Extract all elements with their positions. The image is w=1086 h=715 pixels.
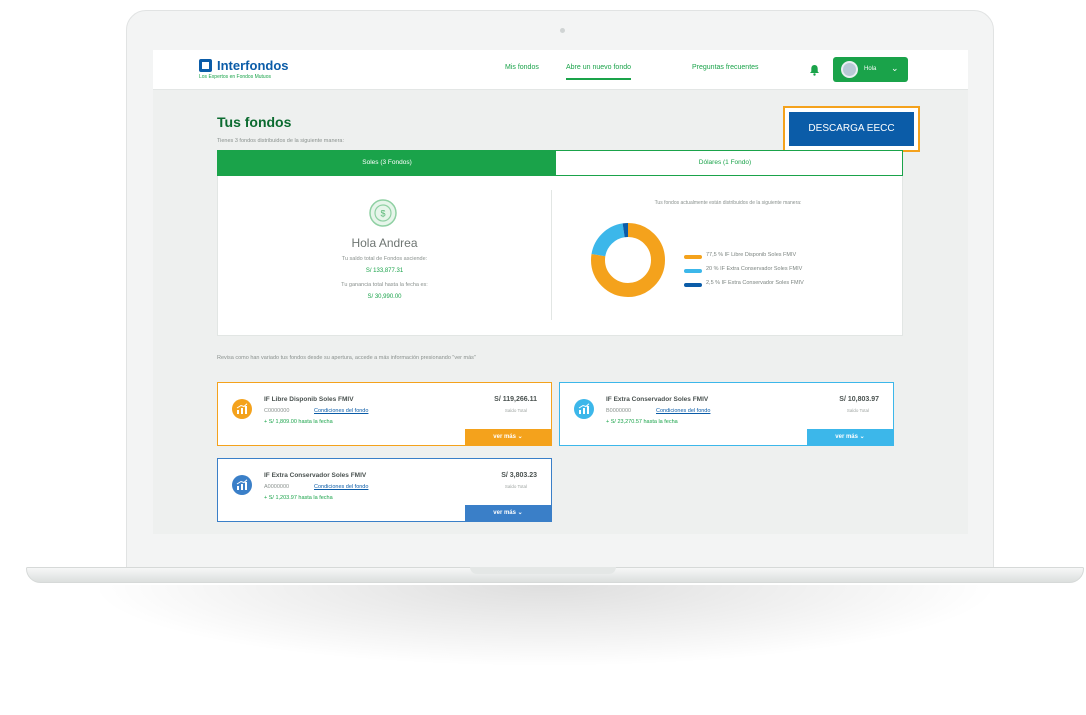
gain-text: Tu ganancia total hasta la fecha es:: [341, 282, 428, 288]
top-navbar: Interfondos Los Expertos en Fondos Mutuo…: [153, 50, 968, 90]
fund-code: C0000000: [264, 408, 290, 414]
fund-conditions-link[interactable]: Condiciones del fondo: [314, 408, 368, 414]
chevron-down-icon: ⌄: [859, 434, 865, 440]
fund-amount: S/ 10,803.97: [839, 396, 879, 403]
fund-conditions-link[interactable]: Condiciones del fondo: [656, 408, 710, 414]
legend-label: 2,5 % IF Extra Conservador Soles FMIV: [706, 280, 804, 286]
fund-code: B0000000: [606, 408, 632, 414]
chevron-down-icon: ⌄: [517, 434, 523, 440]
coins-icon: $: [369, 199, 397, 227]
bell-icon[interactable]: [809, 63, 820, 81]
page-subtitle: Tienes 3 fondos distribuidos de la sigui…: [217, 138, 344, 144]
funds-hint: Revisa como han variado tus fondos desde…: [217, 355, 476, 361]
laptop-shadow: [100, 585, 990, 665]
tab-dolares[interactable]: Dólares (1 Fondo): [556, 151, 894, 175]
panel-divider: [551, 190, 552, 320]
ver-mas-button[interactable]: ver más ⌄: [465, 429, 551, 445]
logo-mark-icon: [199, 59, 212, 72]
nav-link-mis-fondos[interactable]: Mis fondos: [505, 64, 539, 71]
fund-code: A0000000: [264, 484, 290, 490]
fund-amount-label: Saldo Total: [504, 408, 527, 413]
fund-card[interactable]: IF Libre Disponib Soles FMIV C0000000 Cond…: [217, 382, 552, 446]
distribution-donut-chart: [591, 223, 665, 297]
fund-amount-label: Saldo Total: [504, 484, 527, 489]
legend-label: 20 % IF Extra Conservador Soles FMIV: [706, 266, 803, 272]
app-screen: Interfondos Los Expertos en Fondos Mutuo…: [153, 50, 968, 534]
balance-text: Tu saldo total de Fondos asciende:: [341, 256, 428, 262]
legend-label: 77,5 % IF Libre Disponib Soles FMIV: [706, 252, 797, 258]
logo-name: Interfondos: [217, 58, 289, 73]
summary-panel: $ Hola Andrea Tu saldo total de Fondos a…: [217, 176, 903, 336]
ver-mas-label: ver más: [493, 510, 516, 516]
fund-conditions-link[interactable]: Condiciones del fondo: [314, 484, 368, 490]
camera-dot: [560, 28, 565, 33]
fund-gain: + S/ 1,203.97 hasta la fecha: [264, 495, 333, 501]
growth-chart-icon: [232, 399, 252, 419]
growth-chart-icon: [232, 475, 252, 495]
ver-mas-label: ver más: [493, 434, 516, 440]
growth-chart-icon: [574, 399, 594, 419]
fund-name: IF Libre Disponib Soles FMIV: [264, 396, 354, 403]
legend-swatch: [684, 255, 702, 259]
fund-gain: + S/ 23,270.57 hasta la fecha: [606, 419, 678, 425]
distribution-caption: Tus fondos actualmente están distribuido…: [654, 200, 802, 206]
page-title: Tus fondos: [217, 114, 292, 130]
gain-value: S/ 30,990.00: [367, 294, 402, 300]
download-highlight: DESCARGA EECC: [783, 106, 920, 152]
laptop-mockup: Interfondos Los Expertos en Fondos Mutuo…: [0, 0, 1086, 715]
download-eecc-button[interactable]: DESCARGA EECC: [789, 112, 914, 146]
legend-swatch: [684, 269, 702, 273]
nav-link-preguntas[interactable]: Preguntas frecuentes: [692, 64, 759, 71]
fund-name: IF Extra Conservador Soles FMIV: [264, 472, 367, 479]
nav-link-abre-fondo[interactable]: Abre un nuevo fondo: [566, 64, 631, 80]
fund-card[interactable]: IF Extra Conservador Soles FMIV A0000000 C…: [217, 458, 552, 522]
fund-name: IF Extra Conservador Soles FMIV: [606, 396, 709, 403]
greeting: Hola Andrea: [351, 236, 418, 250]
fund-gain: + S/ 1,809.00 hasta la fecha: [264, 419, 333, 425]
chevron-down-icon: ⌄: [517, 510, 523, 516]
balance-value: S/ 133,877.31: [365, 268, 404, 274]
chevron-down-icon: ⌄: [891, 63, 899, 73]
user-menu-button[interactable]: Hola ⌄: [833, 57, 908, 82]
fund-card[interactable]: IF Extra Conservador Soles FMIV B0000000 C…: [559, 382, 894, 446]
fund-amount-label: Saldo Total: [846, 408, 869, 413]
user-name: Hola: [864, 66, 877, 72]
currency-tabs: Soles (3 Fondos) Dólares (1 Fondo): [217, 150, 903, 176]
ver-mas-button[interactable]: ver más ⌄: [465, 505, 551, 521]
tab-soles[interactable]: Soles (3 Fondos): [218, 151, 556, 175]
fund-amount: S/ 3,803.23: [501, 472, 537, 479]
ver-mas-button[interactable]: ver más ⌄: [807, 429, 893, 445]
fund-amount: S/ 119,266.11: [494, 396, 537, 403]
legend-swatch: [684, 283, 702, 287]
laptop-notch: [470, 567, 616, 574]
ver-mas-label: ver más: [835, 434, 858, 440]
logo-tagline: Los Expertos en Fondos Mutuos: [199, 74, 271, 80]
svg-text:$: $: [380, 209, 385, 219]
avatar: [841, 61, 858, 78]
